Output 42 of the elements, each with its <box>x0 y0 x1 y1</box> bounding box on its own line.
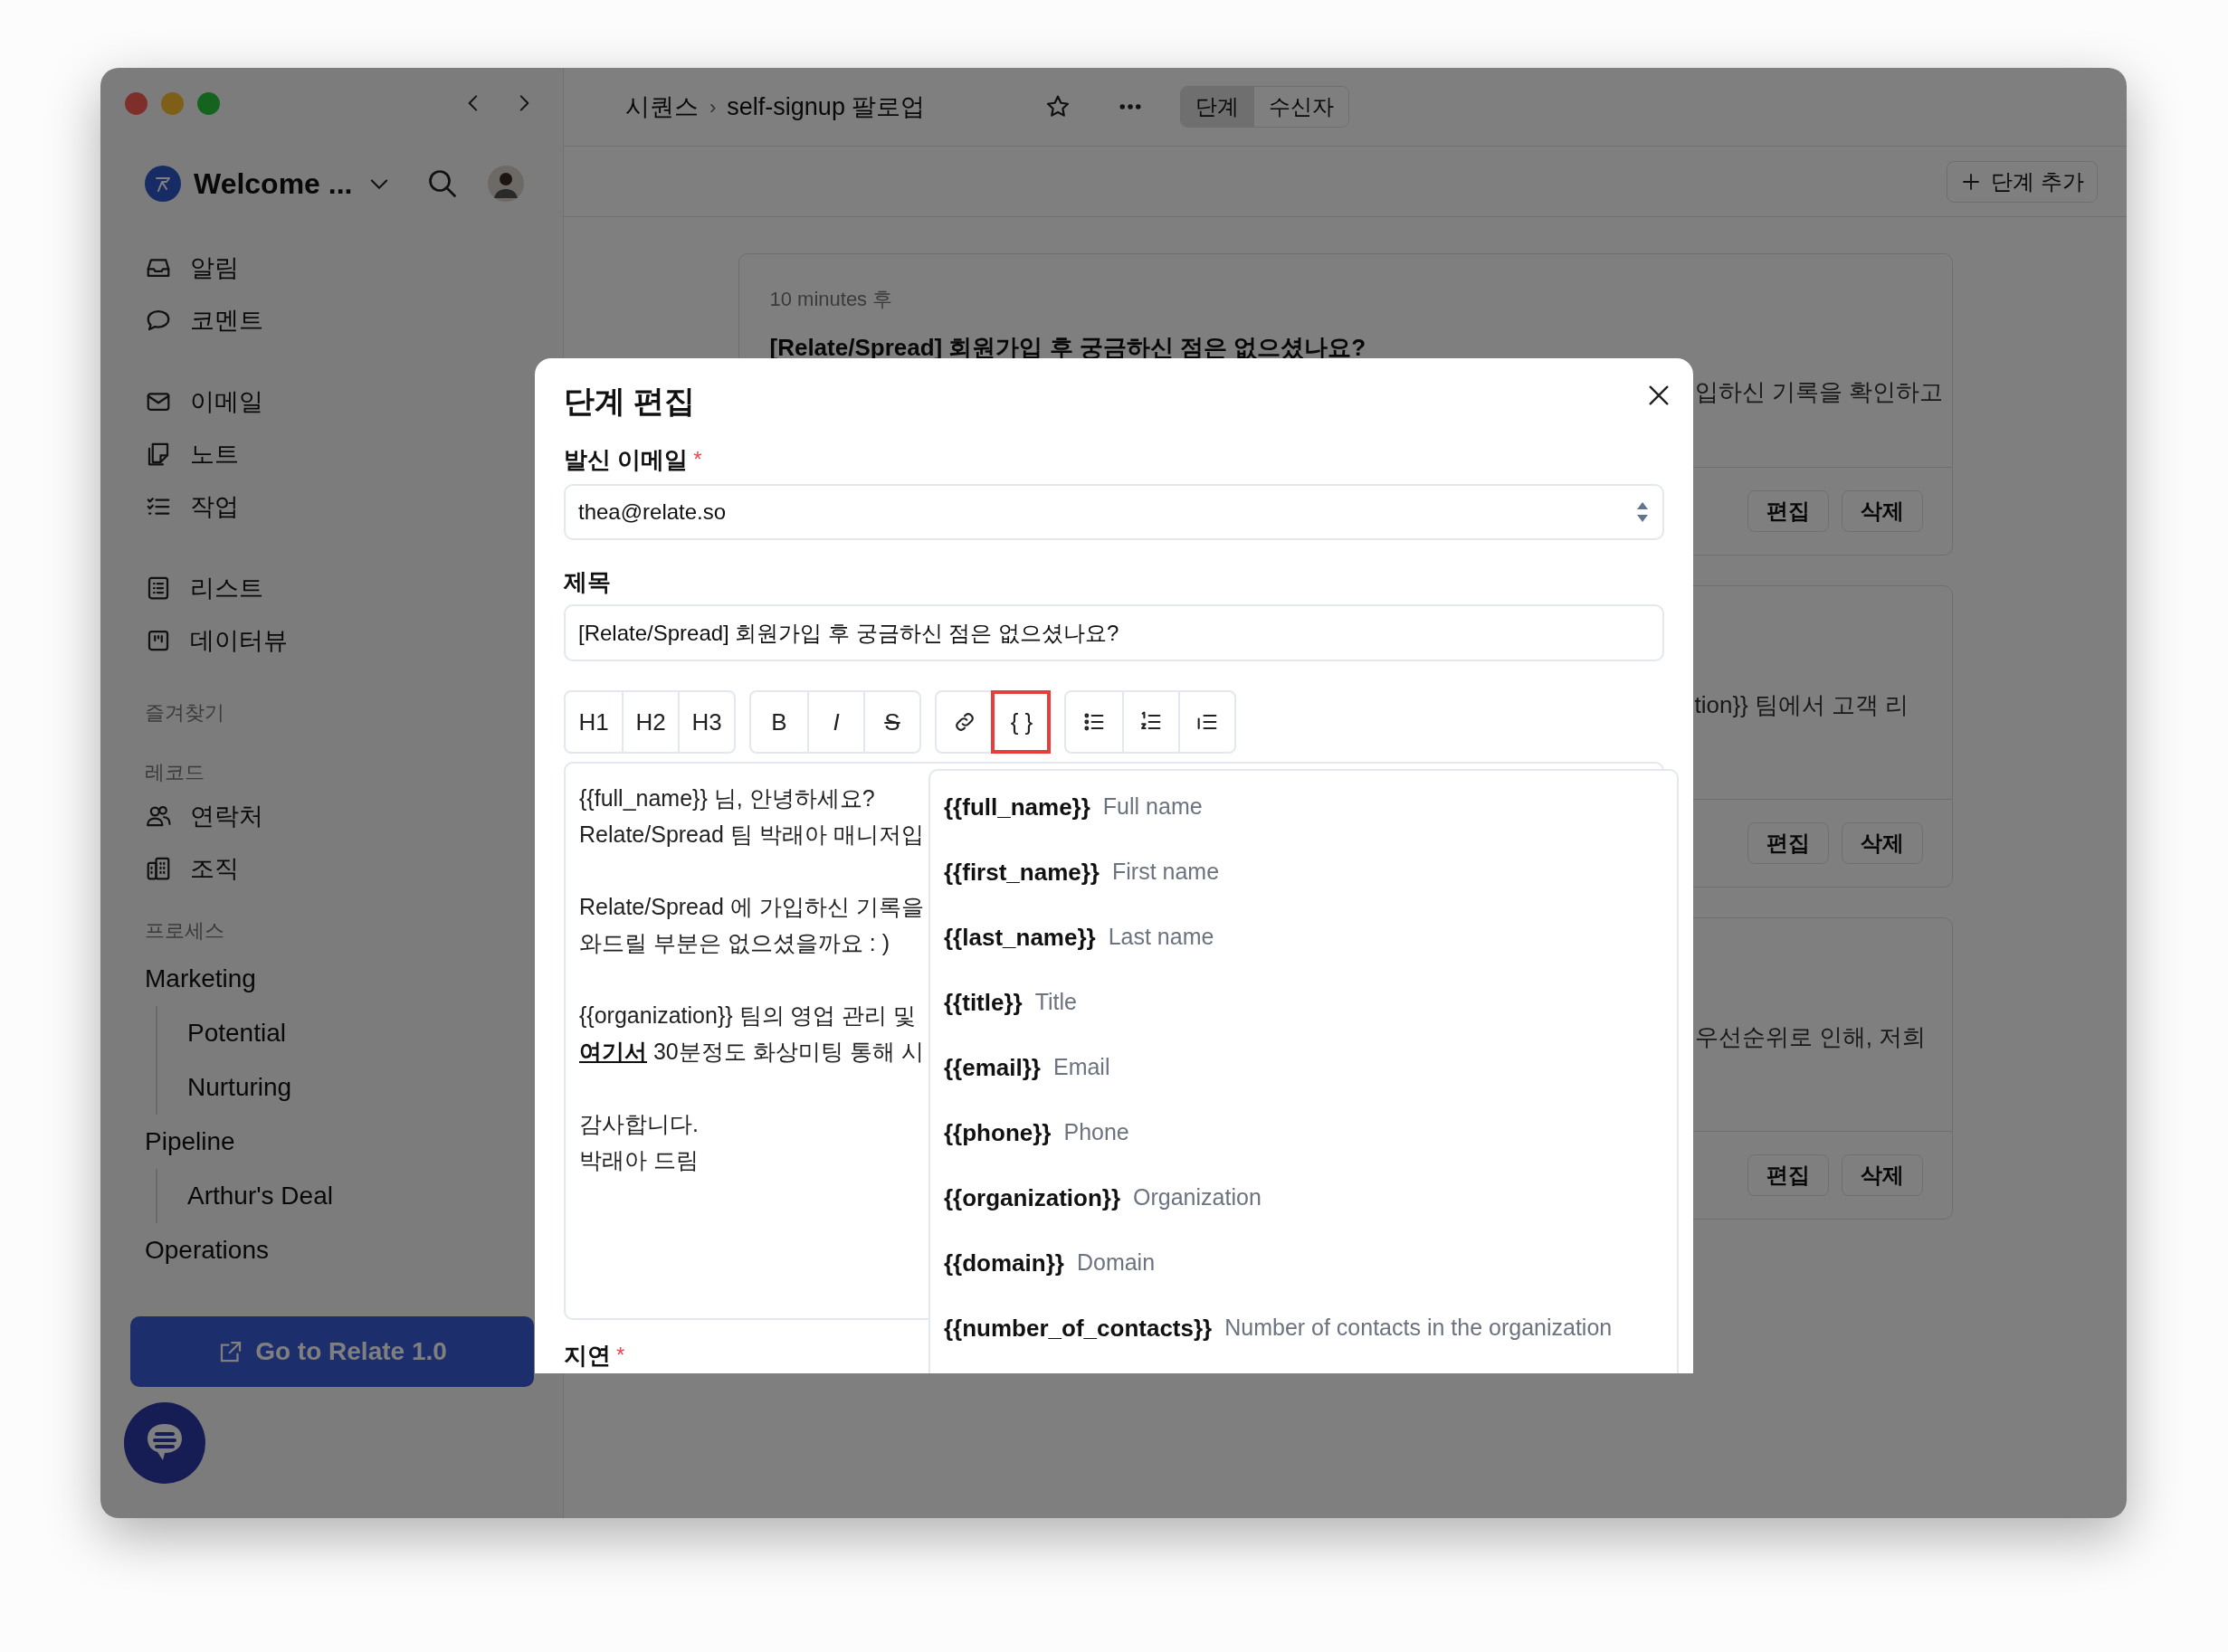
delay-text: 10 minutes 후 <box>769 287 894 312</box>
variable-token: {{title}} <box>944 987 1023 1018</box>
variable-token: {{last_name}} <box>944 922 1096 953</box>
field-label: 지연 <box>564 1340 611 1371</box>
variable-label: Organization <box>1133 1183 1262 1212</box>
body-text: Relate/Spread 에 가입하신 기록을 <box>579 893 924 922</box>
section-heading: 레코드 <box>145 759 205 785</box>
page-title: self-signup 팔로업 <box>727 91 926 122</box>
required-mark: * <box>693 446 702 473</box>
variable-token: {{domain}} <box>944 1248 1064 1278</box>
variable-token: {{email}} <box>944 1052 1041 1083</box>
variable-token: {{number_of_contacts}} <box>944 1313 1213 1343</box>
step-title: [Relate/Spread] 회원가입 후 궁금하신 점은 없으셨나요? <box>769 333 1367 363</box>
field-label: 발신 이메일 <box>564 444 689 475</box>
field-label: 제목 <box>564 566 611 597</box>
body-text: {{organization}} 팀의 영업 관리 및 <box>579 1002 917 1030</box>
section-heading: 즐겨찾기 <box>145 699 225 726</box>
body-text: 박래아 드림 <box>579 1146 699 1175</box>
variable-label: Title <box>1034 988 1077 1017</box>
variable-label: Last name <box>1108 923 1214 952</box>
variable-label: Phone <box>1063 1118 1129 1147</box>
email-snippet: 입하신 기록을 확인하고 <box>1694 378 1943 405</box>
body-text: 30분정도 화상미팅 통해 시 <box>652 1038 924 1067</box>
variable-label: Number of contacts in the organization <box>1224 1314 1613 1343</box>
email-snippet: tion}} 팀에서 고객 리 <box>1694 691 1909 718</box>
section-heading: 프로세스 <box>145 917 225 944</box>
variable-token: {{organization}} <box>944 1182 1121 1213</box>
variable-label: Domain <box>1076 1248 1156 1277</box>
email-snippet: 우선순위로 인해, 저희 <box>1694 1023 1927 1050</box>
variable-label: Full name <box>1102 793 1203 821</box>
body-text: Relate/Spread 팀 박래아 매니저입 <box>579 821 924 850</box>
required-mark: * <box>616 1342 625 1369</box>
variable-label: Email <box>1052 1053 1110 1082</box>
variable-token: {{phone}} <box>944 1117 1052 1148</box>
body-text: {{full_name}} 님, 안녕하세요? <box>579 784 875 813</box>
body-text: 와드릴 부분은 없으셨을까요 : ) <box>579 929 890 958</box>
dialog-title: 단계 편집 <box>564 382 696 420</box>
breadcrumb-separator: › <box>709 94 717 120</box>
variable-label: First name <box>1112 858 1220 887</box>
variable-token: {{full_name}} <box>944 792 1090 822</box>
variable-token: {{first_name}} <box>944 857 1100 888</box>
body-text: 감사합니다. <box>579 1110 699 1139</box>
